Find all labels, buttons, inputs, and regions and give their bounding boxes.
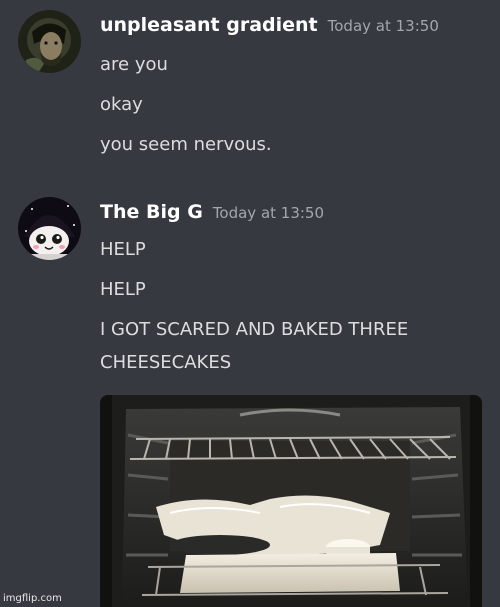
avatar[interactable] [18,197,81,260]
timestamp: Today at 13:50 [327,17,439,35]
author-name[interactable]: The Big G [100,201,203,223]
message-line: HELP [100,239,146,260]
timestamp: Today at 13:50 [212,204,325,222]
message-line: okay [100,94,143,115]
message-line: HELP [100,279,146,300]
message-header: unpleasant gradient Today at 13:50 [100,14,439,36]
image-attachment[interactable] [100,395,482,607]
author-name[interactable]: unpleasant gradient [100,14,318,36]
message-line: are you [100,54,168,75]
message-header: The Big G Today at 13:50 [100,201,324,223]
oven-photo [100,395,482,607]
message-line: I GOT SCARED AND BAKED THREE [100,319,409,340]
avatar[interactable] [18,10,81,73]
message-line: CHEESECAKES [100,352,232,373]
watermark: imgflip.com [3,593,62,604]
message-line: you seem nervous. [100,134,272,155]
